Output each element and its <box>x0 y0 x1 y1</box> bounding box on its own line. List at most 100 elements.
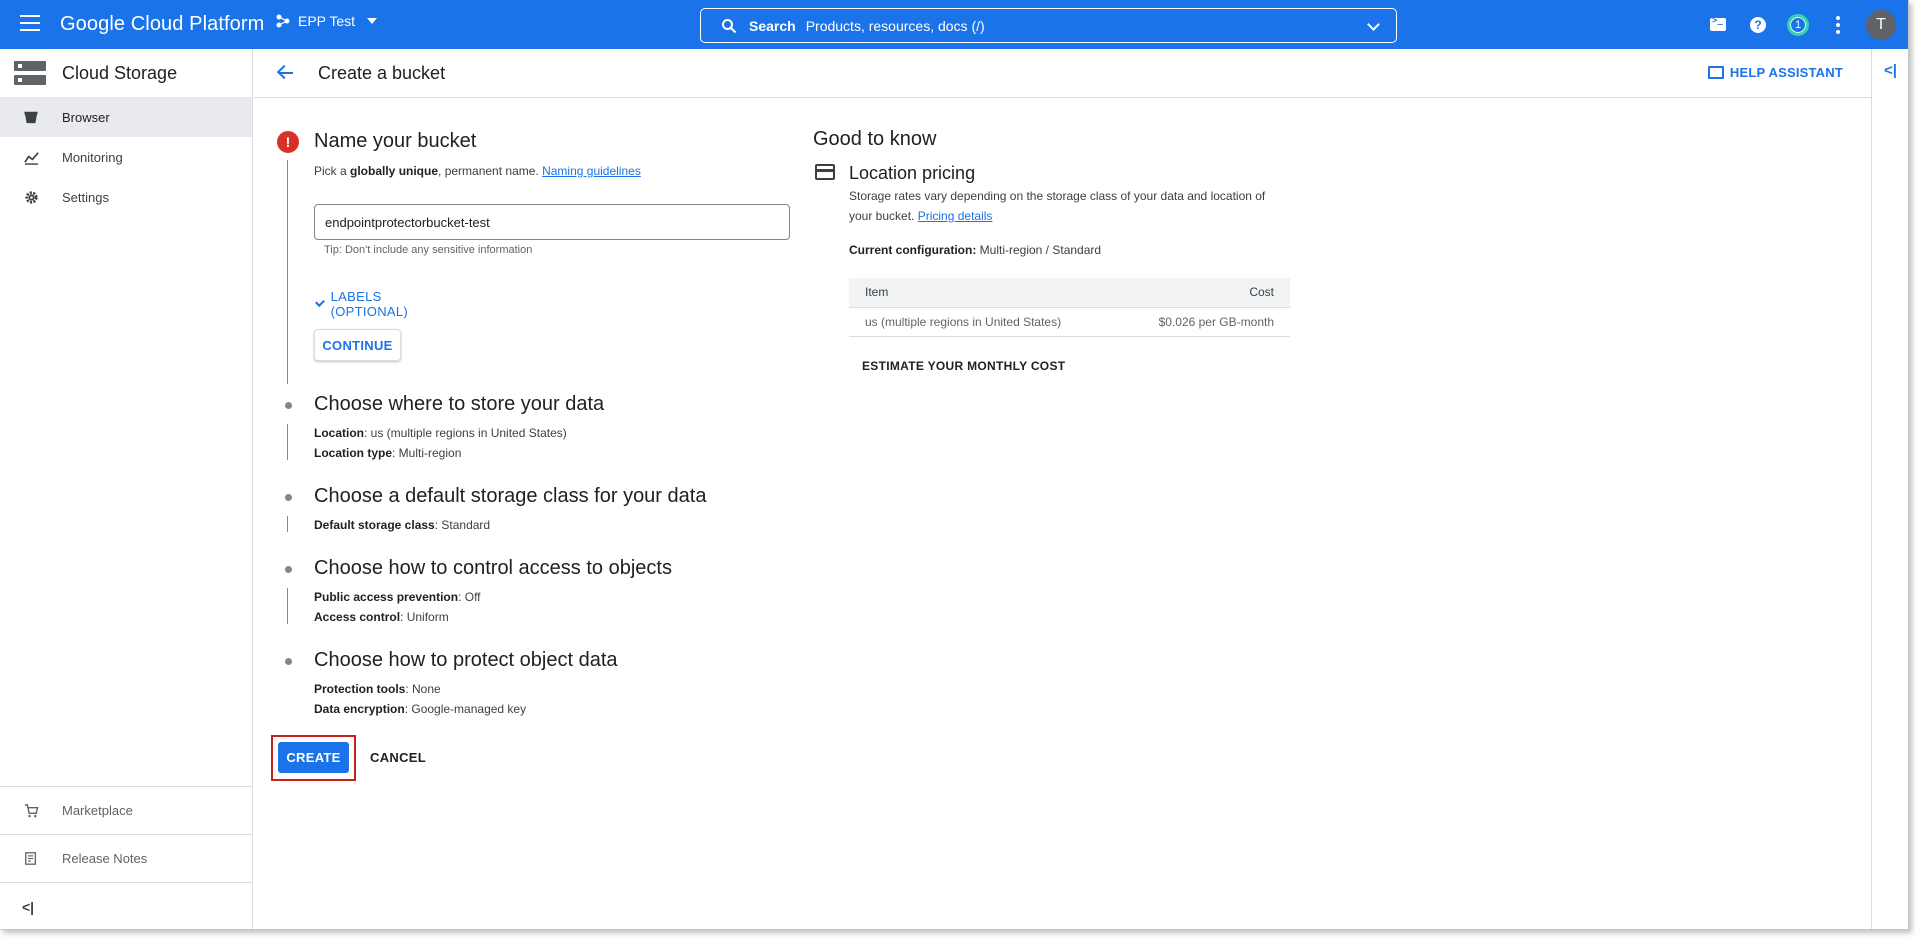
step-detail-line: Location type: Multi-region <box>314 446 461 460</box>
sidebar-item-release-notes[interactable]: Release Notes <box>0 834 252 882</box>
app-window: Google Cloud Platform EPP Test Search Pr… <box>0 0 1909 930</box>
step-title[interactable]: Choose how to control access to objects <box>314 557 672 580</box>
sidebar-item-monitoring[interactable]: Monitoring <box>0 137 252 177</box>
step-detail-line: Public access prevention: Off <box>314 590 481 604</box>
pricing-desc-text: Storage rates vary depending on the stor… <box>849 189 1266 223</box>
collapse-sidebar-button[interactable]: <| <box>0 882 252 929</box>
desc-prefix: Pick a <box>314 164 351 178</box>
notes-icon <box>21 851 41 866</box>
column-header-cost: Cost <box>1116 278 1290 308</box>
location-pricing-title: Location pricing <box>849 163 976 183</box>
step-connector <box>287 424 288 460</box>
project-name: EPP Test <box>298 13 356 29</box>
step-dot <box>284 565 292 573</box>
step-connector <box>287 588 288 624</box>
sidebar-item-settings[interactable]: Settings <box>0 177 252 217</box>
detail-value: : Google-managed key <box>404 702 527 716</box>
detail-value: : Multi-region <box>392 446 462 460</box>
step-title[interactable]: Choose where to store your data <box>314 393 604 416</box>
help-button[interactable]: ? <box>1738 5 1778 45</box>
more-options-button[interactable] <box>1818 5 1858 45</box>
step-marker <box>276 557 300 581</box>
step-title[interactable]: Choose how to protect object data <box>314 649 618 672</box>
search-bar[interactable]: Search Products, resources, docs (/) <box>700 8 1397 43</box>
gear-icon <box>21 190 41 205</box>
right-rail: <| <box>1871 49 1908 929</box>
sidebar-item-browser[interactable]: Browser <box>0 97 252 137</box>
step-connector <box>287 516 288 532</box>
back-arrow-icon[interactable] <box>274 61 298 85</box>
topbar-actions: ? 1 T <box>1698 0 1908 49</box>
chat-icon <box>1707 66 1724 79</box>
pricing-details-link[interactable]: Pricing details <box>918 209 993 223</box>
help-icon: ? <box>1750 16 1766 33</box>
sidebar-item-label: Settings <box>62 189 109 205</box>
desc-suffix: , permanent name. <box>438 164 543 178</box>
detail-value: : Uniform <box>400 610 449 624</box>
step-detail-line: Default storage class: Standard <box>314 518 490 532</box>
detail-value: : None <box>405 682 441 696</box>
create-button[interactable]: CREATE <box>278 742 349 773</box>
table-header-row: Item Cost <box>849 278 1290 308</box>
detail-label: Protection tools <box>314 682 406 696</box>
page-header: Create a bucket HELP ASSISTANT <box>254 49 1871 98</box>
sidebar-item-label: Browser <box>62 109 110 125</box>
current-configuration: Current configuration: Multi-region / St… <box>849 243 1101 257</box>
sidebar-footer: Marketplace Release Notes <| <box>0 786 252 929</box>
bucket-name-input[interactable]: endpointprotectorbucket-test <box>314 204 790 240</box>
detail-label: Access control <box>314 610 401 624</box>
sidebar-item-marketplace[interactable]: Marketplace <box>0 786 252 834</box>
credit-card-icon <box>815 164 835 180</box>
cloud-storage-icon <box>14 61 46 85</box>
step-dot <box>284 493 292 501</box>
table-row: us (multiple regions in United States) $… <box>849 307 1290 337</box>
account-avatar[interactable]: T <box>1866 9 1896 40</box>
chevron-down-icon <box>314 297 325 307</box>
table-cell-cost: $0.026 per GB-month <box>1116 307 1290 337</box>
notification-badge: 1 <box>1787 13 1809 36</box>
detail-label: Public access prevention <box>314 590 459 604</box>
search-label: Search <box>749 17 796 34</box>
detail-label: Location <box>314 426 364 440</box>
continue-button[interactable]: CONTINUE <box>314 329 401 361</box>
chevron-down-icon[interactable] <box>1367 18 1380 31</box>
step-detail-line: Protection tools: None <box>314 682 441 696</box>
search-placeholder: Products, resources, docs (/) <box>805 17 985 34</box>
help-assistant-button[interactable]: HELP ASSISTANT <box>1707 65 1843 80</box>
good-to-know-title: Good to know <box>813 128 937 150</box>
detail-value: : us (multiple regions in United States) <box>364 426 567 440</box>
naming-guidelines-link[interactable]: Naming guidelines <box>542 164 641 178</box>
pricing-table: Item Cost us (multiple regions in United… <box>849 278 1290 337</box>
top-app-bar: Google Cloud Platform EPP Test Search Pr… <box>0 0 1908 49</box>
input-tip: Tip: Don't include any sensitive informa… <box>324 244 533 256</box>
step-detail-line: Data encryption: Google-managed key <box>314 702 526 716</box>
labels-optional-toggle[interactable]: LABELS (OPTIONAL) <box>314 289 410 319</box>
estimate-monthly-cost-button[interactable]: ESTIMATE YOUR MONTHLY COST <box>862 359 1065 373</box>
sidebar-header: Cloud Storage <box>0 49 252 97</box>
notifications-button[interactable]: 1 <box>1778 5 1818 45</box>
sidebar-item-label: Monitoring <box>62 149 123 165</box>
step-title: Name your bucket <box>314 130 477 152</box>
config-label: Current configuration: <box>849 243 977 257</box>
detail-label: Default storage class <box>314 518 435 532</box>
step-description: Pick a globally unique, permanent name. … <box>314 164 641 178</box>
column-header-item: Item <box>849 278 1117 308</box>
caret-down-icon <box>367 18 378 24</box>
step-marker <box>276 393 300 417</box>
help-assistant-label: HELP ASSISTANT <box>1729 65 1843 80</box>
project-selector[interactable]: EPP Test <box>276 13 378 29</box>
step-detail-line: Location: us (multiple regions in United… <box>314 426 567 440</box>
desc-bold: globally unique <box>350 164 439 178</box>
brand-logo-text[interactable]: Google Cloud Platform <box>60 13 264 36</box>
hamburger-menu-icon[interactable] <box>20 15 40 33</box>
expand-panel-button[interactable]: <| <box>1884 62 1897 79</box>
detail-value: : Standard <box>434 518 491 532</box>
search-icon <box>722 18 737 33</box>
cloud-shell-button[interactable] <box>1698 5 1738 45</box>
cancel-button[interactable]: CANCEL <box>370 742 426 773</box>
sidebar-item-label: Release Notes <box>62 851 148 866</box>
page-title: Create a bucket <box>318 62 446 83</box>
kebab-menu-icon <box>1836 15 1840 34</box>
table-cell-item: us (multiple regions in United States) <box>849 307 1117 337</box>
step-title[interactable]: Choose a default storage class for your … <box>314 485 706 508</box>
